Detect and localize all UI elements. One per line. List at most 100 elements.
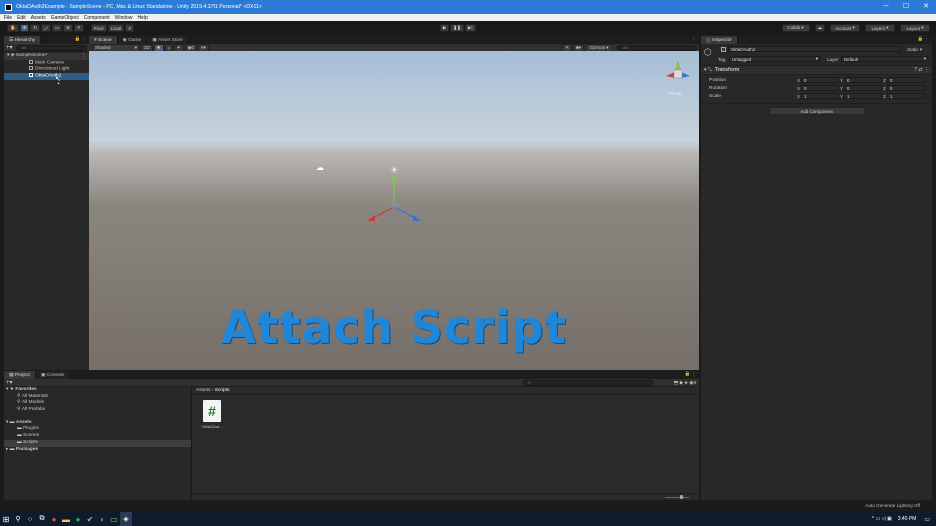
clock-time[interactable]: 3:40 PM <box>898 516 917 522</box>
cortana-button[interactable]: ○ <box>24 512 36 526</box>
tree-favorites[interactable]: ▾ ★ Favorites <box>4 387 191 394</box>
taskbar-file-explorer[interactable]: ▬ <box>60 512 72 526</box>
menu-component[interactable]: Component <box>84 15 110 21</box>
scene-row[interactable]: ▾ ◈ SampleScene* ⋮ <box>4 53 89 60</box>
pivot-button[interactable]: Pivot <box>90 24 107 32</box>
tree-all-prefabs[interactable]: ⚲ All Prefabs <box>4 407 191 414</box>
move-gizmo-center[interactable] <box>388 201 400 209</box>
scale-x-field[interactable]: 1 <box>801 93 839 99</box>
scene-menu-icon[interactable]: ⋮ <box>81 53 86 60</box>
taskbar-terminal[interactable]: ▭ <box>108 512 120 526</box>
auto-lighting-status[interactable]: Auto Generate Lighting Off <box>865 503 920 508</box>
breadcrumb-scripts[interactable]: Scripts <box>215 388 230 393</box>
maximize-button[interactable]: ☐ <box>896 0 916 14</box>
rotation-y-field[interactable]: 0 <box>844 85 882 91</box>
scene-search-input[interactable]: All <box>617 44 697 51</box>
object-name-field[interactable]: OktaOAuth2 <box>728 46 901 52</box>
tree-folder-scenes[interactable]: ▬ Scenes <box>4 433 191 440</box>
position-y-field[interactable]: 0 <box>844 77 882 83</box>
task-view-button[interactable]: ⧉ <box>36 512 48 526</box>
panel-menu-icon[interactable]: ⋮ <box>692 36 697 42</box>
transform-header[interactable]: ▾ ⤡ Transform ? ⇄ ⋮ <box>701 66 932 75</box>
gizmo-z-axis[interactable] <box>681 72 690 78</box>
move-gizmo-x-arrow[interactable] <box>367 215 375 221</box>
tab-project[interactable]: ▤ Project <box>4 371 36 379</box>
taskbar-chrome[interactable]: ● <box>48 512 60 526</box>
custom-tool-button[interactable]: ✕ <box>73 24 84 32</box>
tree-folder-scripts[interactable]: ▬ Scripts <box>4 439 191 447</box>
rect-tool-button[interactable]: ▭ <box>51 24 63 32</box>
local-button[interactable]: Local <box>107 24 125 32</box>
collab-button[interactable]: Collab ▾ <box>781 24 810 32</box>
move-tool-button[interactable]: ✥ <box>19 24 30 32</box>
add-object-button[interactable]: +▾ <box>6 44 13 51</box>
layer-dropdown[interactable]: Default ▾ <box>841 56 929 62</box>
rotation-z-field[interactable]: 0 <box>887 85 925 91</box>
taskbar-spotify[interactable]: ● <box>72 512 84 526</box>
scale-y-field[interactable]: 1 <box>844 93 882 99</box>
hierarchy-item-oktaoauth2[interactable]: OktaOAuth2 <box>4 73 89 80</box>
tree-packages[interactable]: ▸ ▬ Packages <box>4 447 191 454</box>
play-button[interactable]: ▶ <box>439 24 450 32</box>
grid-snap-button[interactable]: # <box>125 24 134 32</box>
step-button[interactable]: ▶| <box>464 24 476 32</box>
tray-icons[interactable]: ^ ▭ ◁ ▣ <box>872 516 892 522</box>
layers-dropdown[interactable]: Layers ▾ <box>865 24 895 32</box>
cloud-button[interactable]: ☁ <box>814 24 825 32</box>
tab-asset-store[interactable]: ▣ Asset Store <box>147 36 189 44</box>
add-component-button[interactable]: Add Component <box>768 107 865 115</box>
taskbar-unity[interactable]: ◈ <box>120 512 132 526</box>
component-settings-icon[interactable]: ? ⇄ ⋮ <box>914 67 929 73</box>
taskbar-app-check[interactable]: ✔ <box>84 512 96 526</box>
tab-console[interactable]: ▣ Console <box>35 371 71 379</box>
tab-scene[interactable]: # Scene <box>89 36 118 44</box>
minimize-button[interactable]: ─ <box>876 0 896 14</box>
scale-z-field[interactable]: 1 <box>887 93 925 99</box>
panel-lock-icon[interactable]: 🔒 ⋮ <box>918 36 929 42</box>
move-gizmo-z-arrow[interactable] <box>413 215 421 221</box>
close-button[interactable]: ✕ <box>916 0 936 14</box>
move-gizmo[interactable] <box>359 171 429 231</box>
create-button[interactable]: +▾ <box>6 379 13 386</box>
windows-start-button[interactable]: ⊞ <box>0 512 12 526</box>
breadcrumb-assets[interactable]: Assets <box>196 388 210 393</box>
hierarchy-search-input[interactable]: All <box>15 44 87 51</box>
menu-assets[interactable]: Assets <box>31 15 46 21</box>
panel-lock-icon[interactable]: 🔒 ⋮ <box>75 36 86 42</box>
tag-dropdown[interactable]: Untagged ▾ <box>729 56 821 62</box>
static-toggle[interactable]: Static ▾ <box>907 47 922 53</box>
gizmo-x-axis[interactable] <box>666 72 675 78</box>
account-dropdown[interactable]: Account ▾ <box>830 24 860 32</box>
panel-lock-icon[interactable]: 🔒 ⋮ <box>685 371 696 377</box>
zoom-slider-track[interactable] <box>665 497 689 498</box>
hand-tool-button[interactable]: ✋ <box>7 24 19 32</box>
taskbar-search-button[interactable]: ⚲ <box>12 512 24 526</box>
tab-inspector[interactable]: ⓘ Inspector <box>701 36 738 44</box>
taskbar-visual-studio[interactable]: ◗ <box>96 512 108 526</box>
notification-icon[interactable]: ▭ <box>924 516 930 523</box>
script-asset[interactable]: # OktaOAut... <box>201 400 223 429</box>
zoom-slider-handle[interactable] <box>680 495 683 499</box>
gizmo-y-axis[interactable] <box>675 60 681 70</box>
rotation-x-field[interactable]: 0 <box>801 85 839 91</box>
gizmo-center[interactable] <box>673 69 683 79</box>
active-checkbox[interactable]: ✓ <box>721 47 726 52</box>
menu-file[interactable]: File <box>4 15 12 21</box>
pause-button[interactable]: ❚❚ <box>450 24 464 32</box>
camera-gizmo-icon[interactable]: ☁ <box>316 163 324 172</box>
persp-label[interactable]: <Persp <box>667 91 681 96</box>
project-filter-icons[interactable]: ⬒ ◆ ★ ◉8 <box>674 380 696 386</box>
menu-gameobject[interactable]: GameObject <box>51 15 79 21</box>
position-x-field[interactable]: 0 <box>801 77 839 83</box>
hierarchy-item-main-camera[interactable]: Main Camera <box>4 59 89 67</box>
menu-edit[interactable]: Edit <box>17 15 26 21</box>
layout-dropdown[interactable]: Layout ▾ <box>900 24 930 32</box>
menu-help[interactable]: Help <box>137 15 147 21</box>
tab-hierarchy[interactable]: ☰ Hierarchy <box>4 36 42 44</box>
project-search-input[interactable]: ⚲ <box>522 379 654 386</box>
tab-game[interactable]: ◉ Game <box>117 36 148 44</box>
menu-window[interactable]: Window <box>115 15 133 21</box>
move-gizmo-y-arrow[interactable] <box>391 174 397 182</box>
position-z-field[interactable]: 0 <box>887 77 925 83</box>
scale-tool-button[interactable]: ⤢ <box>41 24 51 32</box>
